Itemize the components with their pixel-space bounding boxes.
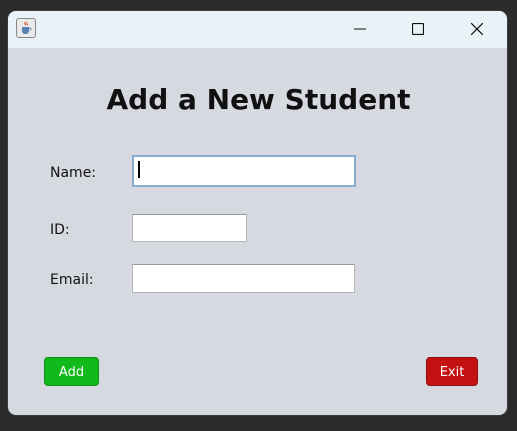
email-label: Email: bbox=[50, 272, 94, 288]
email-field[interactable] bbox=[132, 264, 355, 293]
close-button[interactable] bbox=[448, 11, 506, 48]
close-icon bbox=[471, 23, 483, 35]
maximize-icon bbox=[412, 23, 424, 35]
id-field[interactable] bbox=[132, 214, 247, 242]
minimize-icon bbox=[354, 28, 366, 30]
text-caret bbox=[138, 161, 140, 178]
add-button[interactable]: Add bbox=[44, 357, 99, 386]
maximize-button[interactable] bbox=[389, 11, 447, 48]
java-cup-icon[interactable] bbox=[16, 18, 36, 38]
id-label: ID: bbox=[50, 222, 70, 238]
name-label: Name: bbox=[50, 165, 97, 181]
minimize-button[interactable] bbox=[331, 11, 389, 48]
name-field[interactable] bbox=[132, 155, 356, 187]
page-title: Add a New Student bbox=[106, 83, 411, 116]
title-bar[interactable] bbox=[8, 11, 507, 48]
app-window: Add a New Student Name: ID: Email: Add E… bbox=[8, 11, 507, 415]
exit-button[interactable]: Exit bbox=[426, 357, 478, 386]
